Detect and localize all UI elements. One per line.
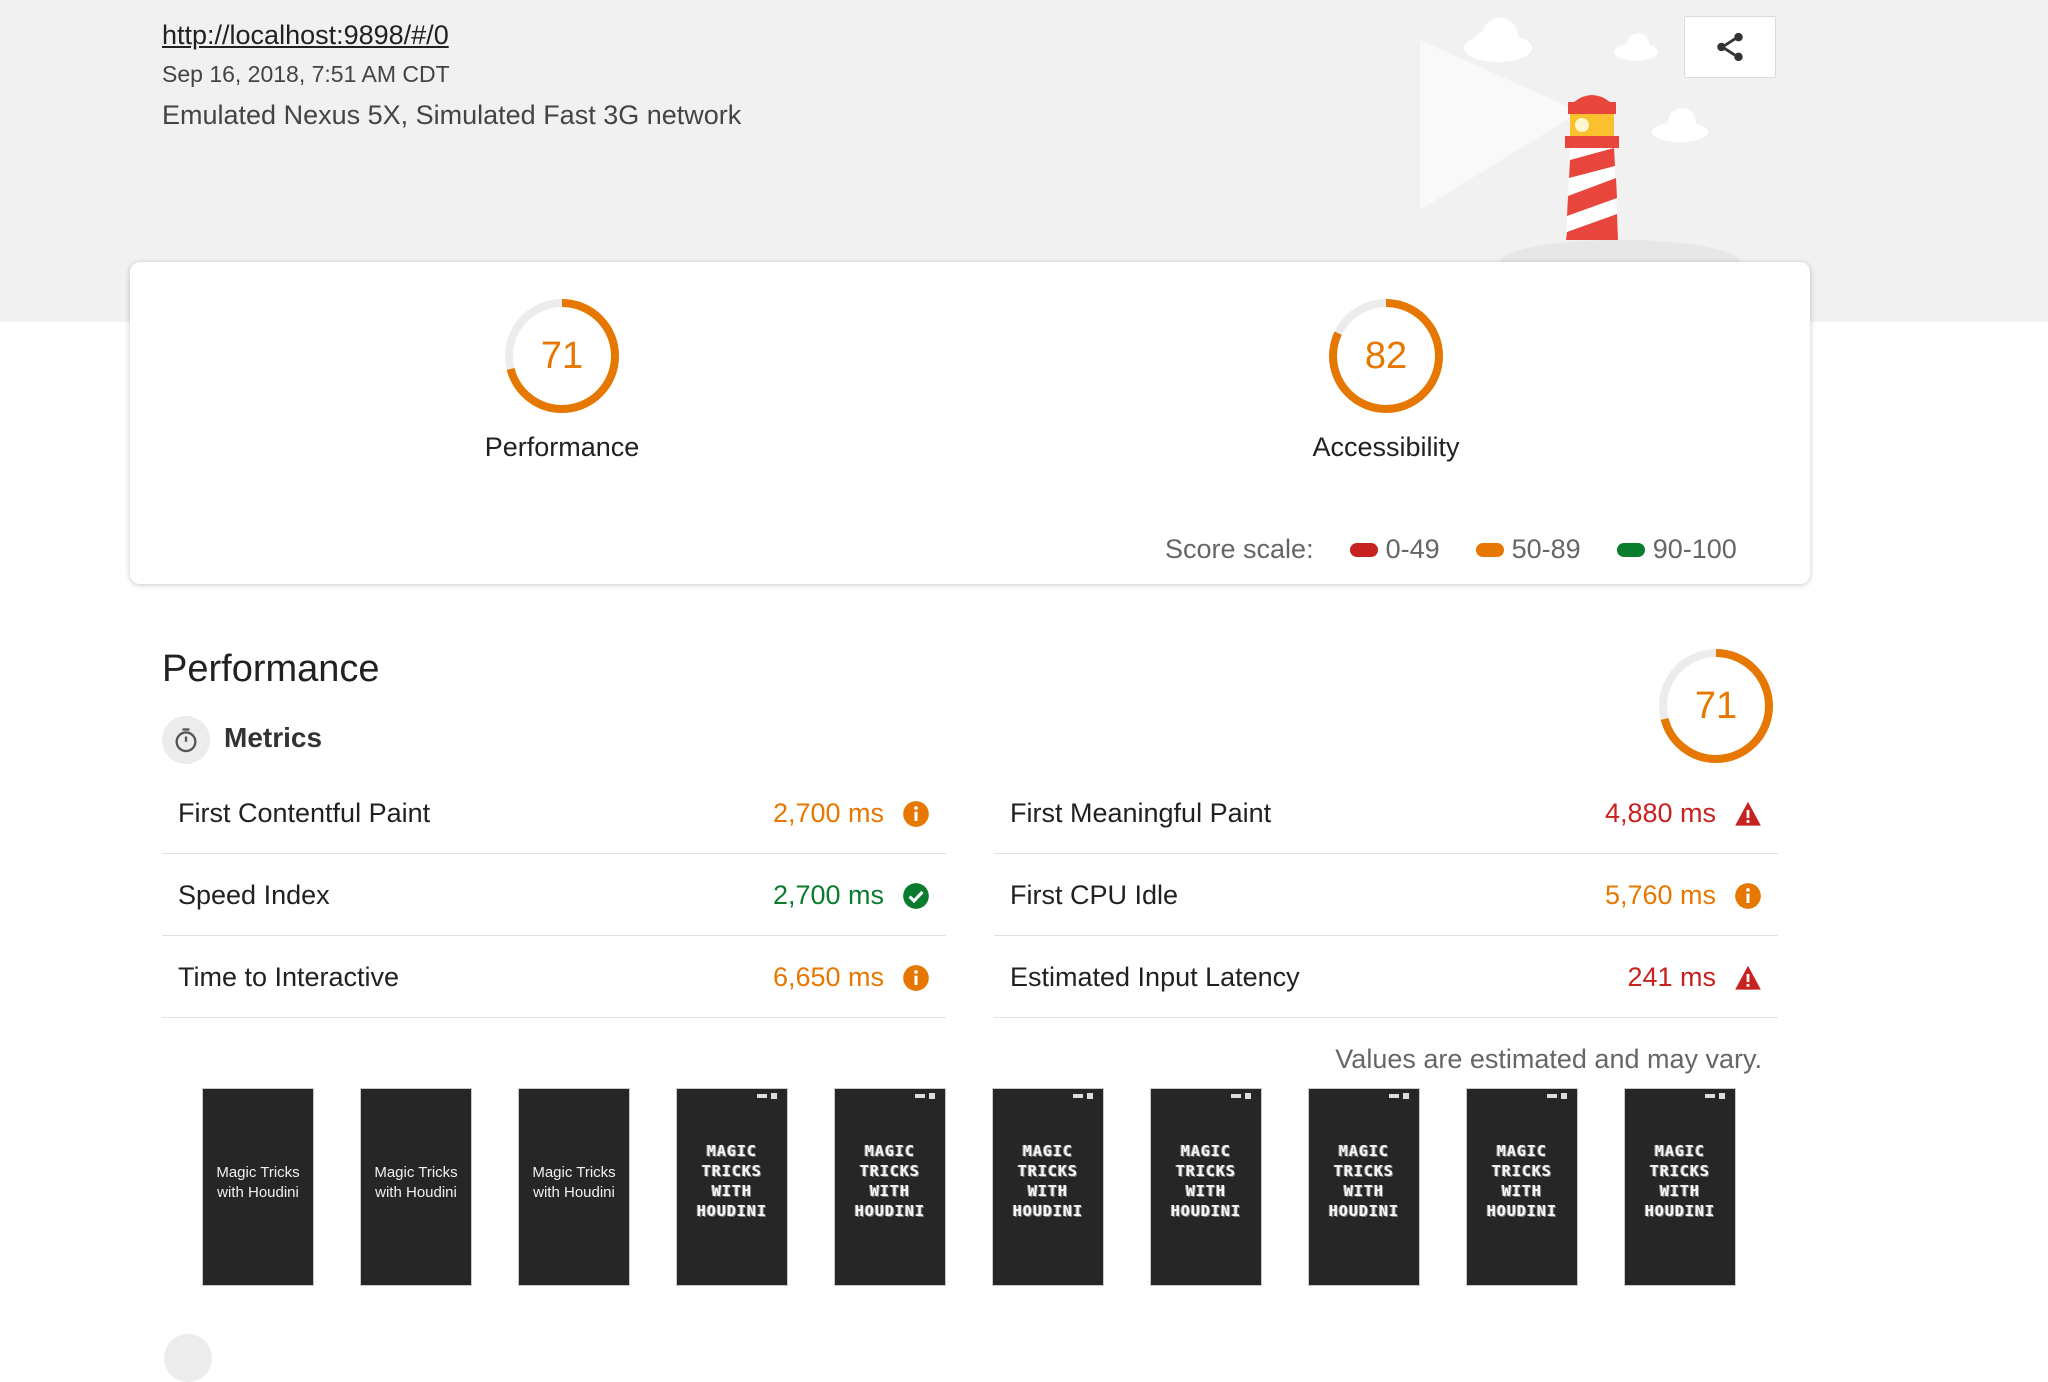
performance-category-label[interactable]: Performance xyxy=(412,432,712,463)
frame-text: MAGIC TRICKS WITH HOUDINI xyxy=(1486,1142,1558,1220)
filmstrip-frame: MAGIC TRICKS WITH HOUDINI xyxy=(992,1088,1104,1286)
toolbar-icons xyxy=(1073,1093,1093,1099)
accessibility-category-label[interactable]: Accessibility xyxy=(1236,432,1536,463)
metric-row-first-cpu-idle: First CPU Idle 5,760 ms xyxy=(994,854,1778,936)
estimate-disclaimer: Values are estimated and may vary. xyxy=(1335,1044,1762,1074)
filmstrip: Magic Tricks with Houdini Magic Tricks w… xyxy=(202,1088,1738,1288)
metric-row-time-to-interactive: Time to Interactive 6,650 ms xyxy=(162,936,946,1018)
red-pill-icon xyxy=(1349,542,1378,557)
metric-row-first-meaningful-paint: First Meaningful Paint 4,880 ms xyxy=(994,772,1778,854)
performance-section-score-value: 71 xyxy=(1694,685,1738,727)
stopwatch-glyph xyxy=(175,728,197,753)
report-url-link[interactable]: http://localhost:9898/#/0 xyxy=(162,20,449,51)
performance-score-value: 71 xyxy=(540,335,584,377)
toolbar-icons xyxy=(1389,1093,1409,1099)
scale-range-fail: 0-49 xyxy=(1349,534,1440,565)
warning-icon xyxy=(1735,965,1761,990)
info-icon xyxy=(903,801,929,827)
scale-range-label: 0-49 xyxy=(1385,534,1440,564)
metrics-heading: Metrics xyxy=(224,722,323,753)
metric-value: 4,880 ms xyxy=(1604,798,1716,828)
metric-value: 5,760 ms xyxy=(1604,880,1716,910)
frame-text: Magic Tricks with Houdini xyxy=(532,1164,616,1201)
filmstrip-frame: MAGIC TRICKS WITH HOUDINI xyxy=(676,1088,788,1286)
green-pill-icon xyxy=(1616,542,1645,557)
metric-name: Time to Interactive xyxy=(178,962,400,992)
filmstrip-frame: MAGIC TRICKS WITH HOUDINI xyxy=(1466,1088,1578,1286)
metric-name: Estimated Input Latency xyxy=(1010,962,1300,992)
info-icon xyxy=(903,965,929,991)
scale-range-average: 50-89 xyxy=(1475,534,1581,565)
performance-score-gauge[interactable]: 71 xyxy=(500,294,624,418)
scale-range-label: 90-100 xyxy=(1652,534,1737,564)
frame-text: MAGIC TRICKS WITH HOUDINI xyxy=(1328,1142,1400,1220)
metric-name: First Meaningful Paint xyxy=(1010,798,1272,828)
frame-text: Magic Tricks with Houdini xyxy=(216,1164,300,1201)
toolbar-icons xyxy=(1547,1093,1567,1099)
metric-value: 2,700 ms xyxy=(772,880,884,910)
frame-text: MAGIC TRICKS WITH HOUDINI xyxy=(1012,1142,1084,1220)
lighthouse-illustration xyxy=(1420,18,1740,262)
next-section-icon xyxy=(164,1334,212,1382)
toolbar-icons xyxy=(1705,1093,1725,1099)
metric-row-speed-index: Speed Index 2,700 ms xyxy=(162,854,946,936)
metric-name: First CPU Idle xyxy=(1010,880,1179,910)
filmstrip-frame: MAGIC TRICKS WITH HOUDINI xyxy=(834,1088,946,1286)
score-scale-legend: Score scale: 0-49 50-89 90-100 xyxy=(1165,534,1737,565)
frame-text: MAGIC TRICKS WITH HOUDINI xyxy=(696,1142,768,1220)
frame-text: MAGIC TRICKS WITH HOUDINI xyxy=(854,1142,926,1220)
toolbar-icons xyxy=(757,1093,777,1099)
performance-section-score-gauge: 71 xyxy=(1654,644,1778,768)
metric-value: 241 ms xyxy=(1627,962,1716,992)
filmstrip-frame: Magic Tricks with Houdini xyxy=(360,1088,472,1286)
environment-description: Emulated Nexus 5X, Simulated Fast 3G net… xyxy=(162,100,742,130)
filmstrip-frame: MAGIC TRICKS WITH HOUDINI xyxy=(1308,1088,1420,1286)
filmstrip-frame: MAGIC TRICKS WITH HOUDINI xyxy=(1150,1088,1262,1286)
cloud-icon xyxy=(1464,18,1532,62)
toolbar-icons xyxy=(915,1093,935,1099)
scale-range-pass: 90-100 xyxy=(1616,534,1737,565)
frame-text: MAGIC TRICKS WITH HOUDINI xyxy=(1644,1142,1716,1220)
metric-row-first-contentful-paint: First Contentful Paint 2,700 ms xyxy=(162,772,946,854)
stopwatch-icon xyxy=(162,716,210,764)
check-icon xyxy=(903,883,929,909)
performance-section-title: Performance xyxy=(162,648,380,690)
filmstrip-frame: Magic Tricks with Houdini xyxy=(202,1088,314,1286)
accessibility-score-gauge[interactable]: 82 xyxy=(1324,294,1448,418)
warning-icon xyxy=(1735,801,1761,826)
metric-name: First Contentful Paint xyxy=(178,798,431,828)
info-icon xyxy=(1735,883,1761,909)
metric-value: 2,700 ms xyxy=(772,798,884,828)
orange-pill-icon xyxy=(1475,542,1504,557)
toolbar-icons xyxy=(1231,1093,1251,1099)
report-datetime: Sep 16, 2018, 7:51 AM CDT xyxy=(162,61,450,87)
score-scale-label: Score scale: xyxy=(1165,534,1314,564)
metric-value: 6,650 ms xyxy=(772,962,884,992)
metric-name: Speed Index xyxy=(178,880,330,910)
filmstrip-frame: MAGIC TRICKS WITH HOUDINI xyxy=(1624,1088,1736,1286)
cloud-icon xyxy=(1614,33,1658,61)
metric-row-estimated-input-latency: Estimated Input Latency 241 ms xyxy=(994,936,1778,1018)
cloud-icon xyxy=(1652,108,1708,142)
accessibility-score-value: 82 xyxy=(1364,335,1408,377)
frame-text: Magic Tricks with Houdini xyxy=(374,1164,458,1201)
scale-range-label: 50-89 xyxy=(1511,534,1581,564)
frame-text: MAGIC TRICKS WITH HOUDINI xyxy=(1170,1142,1242,1220)
filmstrip-frame: Magic Tricks with Houdini xyxy=(518,1088,630,1286)
